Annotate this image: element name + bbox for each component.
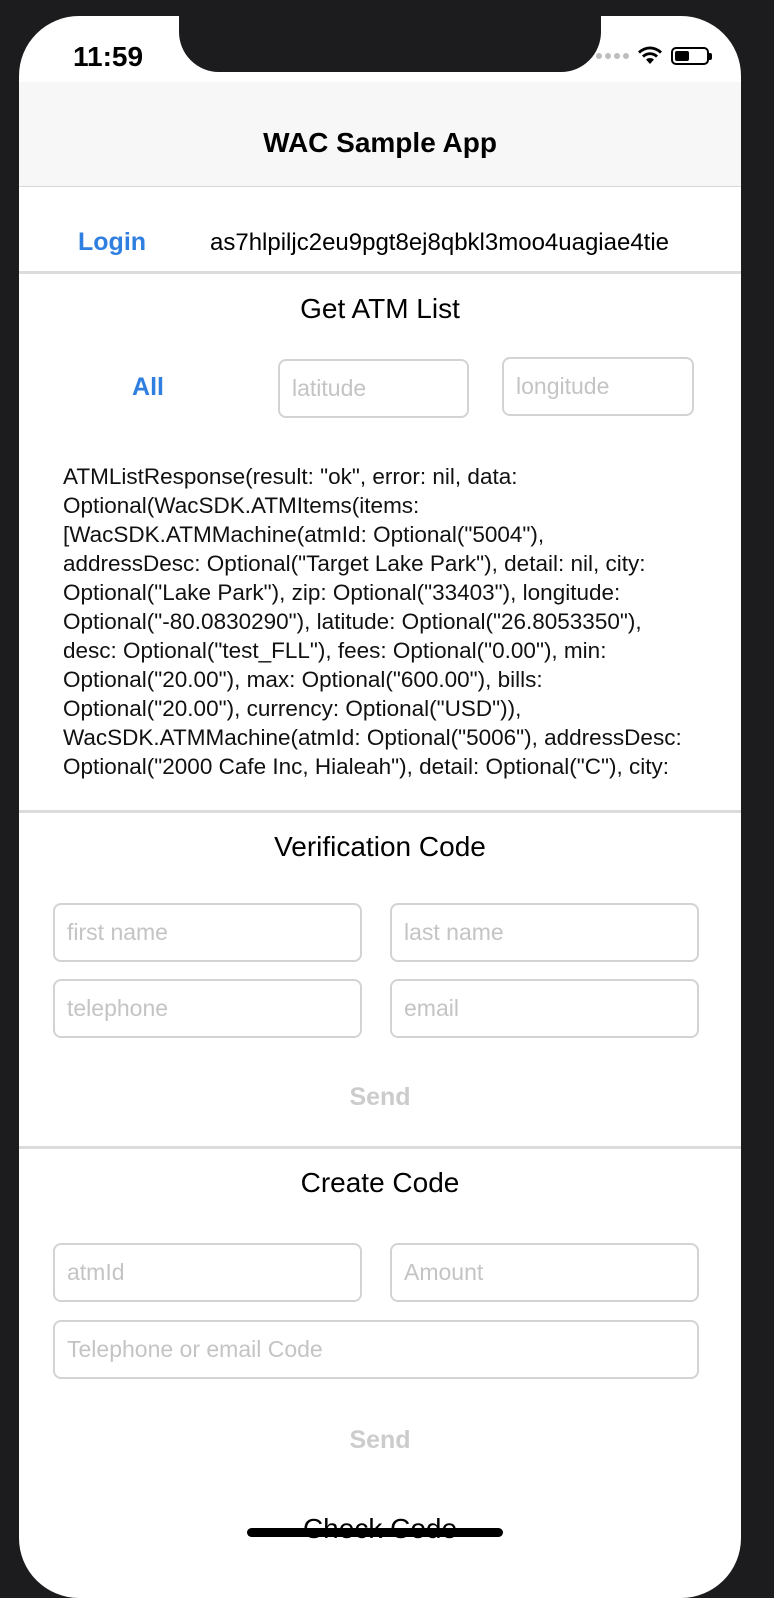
wifi-icon bbox=[638, 46, 662, 64]
login-row: Login as7hlpiljc2eu9pgt8ej8qbkl3moo4uagi… bbox=[19, 186, 741, 294]
atm-list-response: ATMListResponse(result: "ok", error: nil… bbox=[63, 464, 682, 779]
create-code-title: Create Code bbox=[300, 1167, 460, 1198]
first-name-input[interactable]: first name bbox=[53, 903, 362, 962]
atm-id-input[interactable]: atmId bbox=[53, 1243, 362, 1302]
notch bbox=[179, 16, 601, 72]
create-code-send-button[interactable]: Send bbox=[330, 1426, 430, 1455]
battery-level bbox=[675, 51, 689, 61]
navigation-bar: WAC Sample App bbox=[19, 82, 741, 187]
amount-input[interactable]: Amount bbox=[390, 1243, 699, 1302]
divider bbox=[19, 1146, 741, 1149]
longitude-input[interactable]: longitude bbox=[502, 357, 694, 416]
latitude-input[interactable]: latitude bbox=[278, 359, 469, 418]
atm-list-title: Get ATM List bbox=[300, 293, 460, 324]
signal-icon bbox=[596, 53, 629, 59]
all-atms-button[interactable]: All bbox=[113, 373, 183, 402]
phone-screen: 11:59 WAC Sample App Login as7hlpiljc2eu… bbox=[19, 16, 741, 1598]
home-indicator[interactable] bbox=[247, 1528, 503, 1537]
battery-icon bbox=[671, 47, 712, 65]
nav-title: WAC Sample App bbox=[263, 127, 497, 158]
contact-code-input[interactable]: Telephone or email Code bbox=[53, 1320, 699, 1379]
telephone-input[interactable]: telephone bbox=[53, 979, 362, 1038]
status-time: 11:59 bbox=[73, 41, 144, 72]
verification-send-button[interactable]: Send bbox=[330, 1083, 430, 1112]
login-button[interactable]: Login bbox=[78, 228, 146, 257]
last-name-input[interactable]: last name bbox=[390, 903, 699, 962]
verification-title: Verification Code bbox=[274, 831, 486, 862]
status-icons bbox=[596, 46, 712, 66]
divider bbox=[19, 271, 741, 274]
session-token: as7hlpiljc2eu9pgt8ej8qbkl3moo4uagiae4tie bbox=[210, 229, 670, 256]
divider bbox=[19, 810, 741, 813]
email-input[interactable]: email bbox=[390, 979, 699, 1038]
